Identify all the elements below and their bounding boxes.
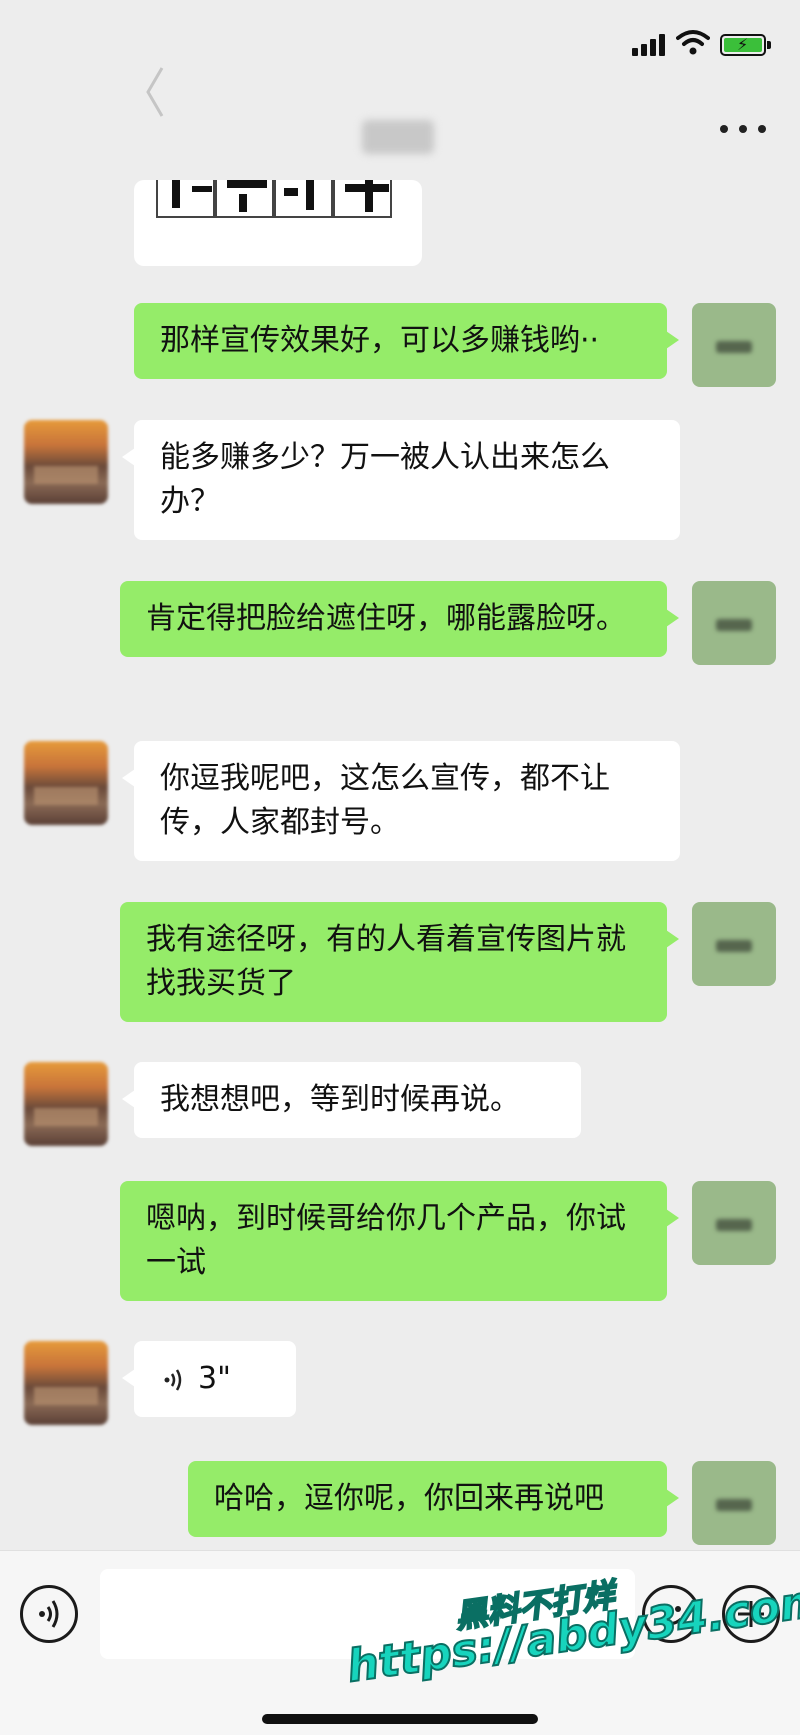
voice-message[interactable]: 3" (122, 1341, 296, 1417)
contact-avatar[interactable] (24, 420, 108, 504)
image-message[interactable] (134, 180, 422, 266)
sent-message[interactable]: 我有途径呀，有的人看着宣传图片就找我买货了 (120, 902, 679, 1022)
my-avatar[interactable] (692, 303, 776, 387)
home-indicator (262, 1714, 538, 1724)
my-avatar[interactable] (692, 1461, 776, 1545)
voice-input-icon[interactable] (20, 1585, 78, 1643)
chat-title (362, 120, 434, 154)
sent-message[interactable]: 那样宣传效果好，可以多赚钱哟·· (134, 303, 679, 379)
more-dots-icon[interactable] (720, 122, 766, 136)
chat-history[interactable]: 那样宣传效果好，可以多赚钱哟·· 能多赚多少？万一被人认出来怎么办？ 肯定得把脸… (0, 180, 800, 1550)
voice-duration: 3" (198, 1361, 231, 1396)
received-message[interactable]: 我想想吧，等到时候再说。 (122, 1062, 581, 1138)
contact-avatar[interactable] (24, 1341, 108, 1425)
sent-message[interactable]: 哈哈，逗你呢，你回来再说吧 (188, 1461, 679, 1537)
my-avatar[interactable] (692, 902, 776, 986)
voice-wave-icon (164, 1368, 182, 1391)
signal-bars-icon (632, 34, 668, 56)
received-message[interactable]: 能多赚多少？万一被人认出来怎么办？ (122, 420, 680, 540)
status-bar: ⚡ (0, 0, 800, 95)
wifi-icon (676, 30, 710, 55)
chevron-left-icon[interactable] (140, 62, 170, 122)
sent-message[interactable]: 肯定得把脸给遮住呀，哪能露脸呀。 (120, 581, 679, 657)
contact-avatar[interactable] (24, 741, 108, 825)
contact-avatar[interactable] (24, 1062, 108, 1146)
received-message[interactable]: 你逗我呢吧，这怎么宣传，都不让传，人家都封号。 (122, 741, 680, 861)
battery-charging-icon: ⚡ (720, 34, 771, 56)
my-avatar[interactable] (692, 581, 776, 665)
sent-message[interactable]: 嗯呐，到时候哥给你几个产品，你试一试 (120, 1181, 679, 1301)
my-avatar[interactable] (692, 1181, 776, 1265)
